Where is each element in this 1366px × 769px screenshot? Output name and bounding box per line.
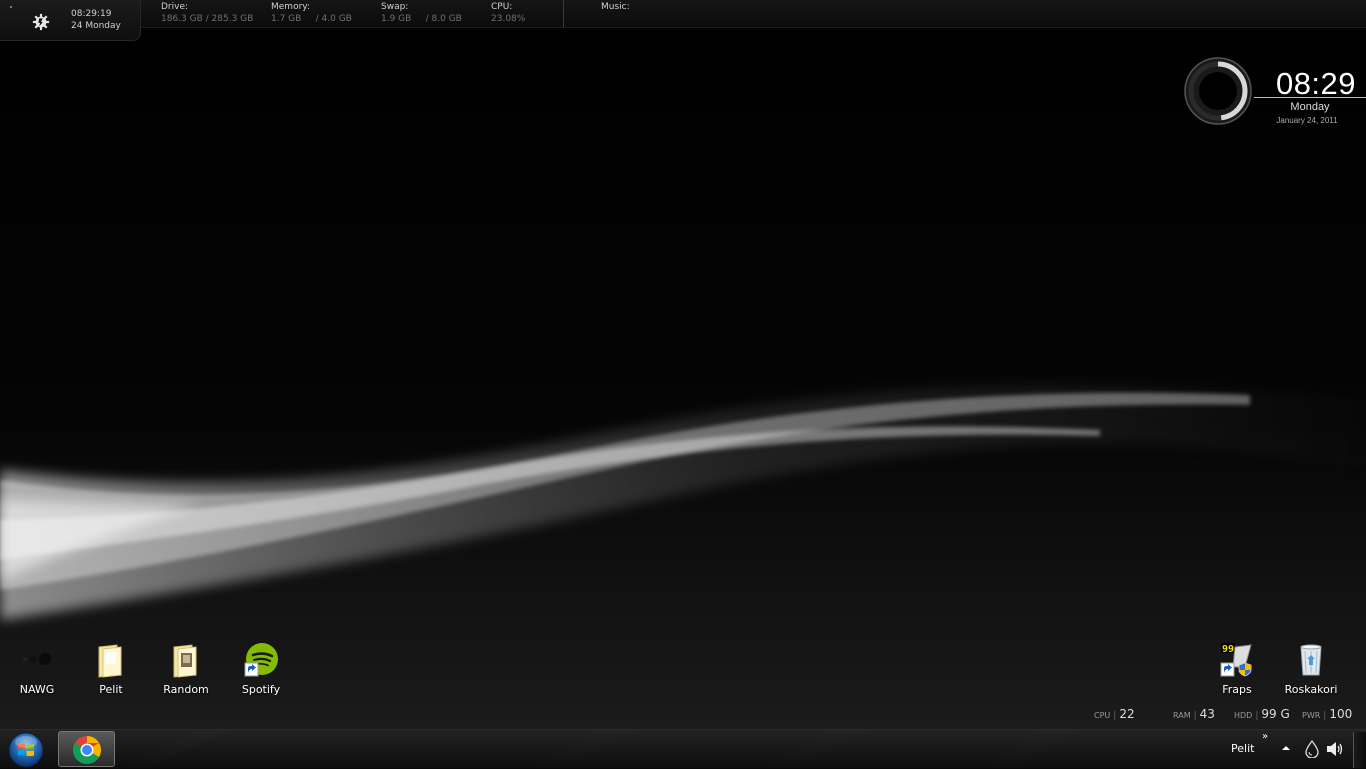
folder-icon <box>173 644 197 678</box>
drive-used: 186.3 GB <box>161 14 203 24</box>
desktop-icon-label: NAWG <box>19 683 55 696</box>
stat-key: CPU <box>1094 711 1111 720</box>
cpu-value: 23.08% <box>491 14 526 24</box>
swap-used: 1.9 GB <box>381 14 412 24</box>
clock-widget-date: January 24, 2011 <box>1276 116 1338 125</box>
stat-value: 99 G <box>1261 707 1290 721</box>
bottom-stat-cpu: CPU | 22 <box>1094 707 1135 721</box>
desktop-icon-label: Roskakori <box>1284 683 1338 696</box>
desktop-icon-label: Pelit <box>99 683 123 696</box>
stat-value: 22 <box>1119 707 1135 721</box>
memory-used: 1.7 GB <box>271 14 302 24</box>
swap-total: / 8.0 GB <box>425 14 462 24</box>
chrome-icon <box>73 736 101 764</box>
drive-stat: Drive: 186.3 GB / 285.3 GB <box>161 2 253 25</box>
taskbar-item-chrome[interactable] <box>58 731 115 767</box>
topbar-clock-panel: 08:29:19 24 Monday <box>0 0 141 41</box>
memory-label: Memory: <box>271 2 310 12</box>
desktop-icon-label: Spotify <box>241 683 281 696</box>
fraps-icon: 99 <box>1220 643 1252 677</box>
desktop-icon-fraps[interactable]: 99 Fraps <box>1202 643 1272 696</box>
stat-key: RAM <box>1173 711 1191 720</box>
network-icon[interactable] <box>1304 740 1320 758</box>
windows-orb-icon[interactable] <box>7 731 45 769</box>
memory-stat: Memory: 1.7 GB / 4.0 GB <box>271 2 352 25</box>
bottom-stat-hdd: HDD | 99 G <box>1234 707 1290 721</box>
stat-value: 100 <box>1329 707 1353 721</box>
topbar-date: 24 Monday <box>71 21 121 31</box>
stat-value: 43 <box>1199 707 1215 721</box>
top-system-bar: 08:29:19 24 Monday Drive: 186.3 GB / 285… <box>0 0 1366 41</box>
taskbar: Pelit » <box>0 729 1366 769</box>
drive-label: Drive: <box>161 2 189 12</box>
svg-text:99: 99 <box>1222 644 1234 655</box>
clock-widget-divider <box>1254 97 1366 98</box>
desktop-icon-nawg[interactable]: NAWG <box>2 643 72 696</box>
volume-icon[interactable] <box>1326 741 1344 757</box>
clock-widget-day: Monday <box>1290 101 1330 113</box>
tray-show-hidden-icon[interactable] <box>1281 743 1291 753</box>
spotify-icon <box>244 643 278 677</box>
topbar-time: 08:29:19 <box>71 9 112 19</box>
nawg-dots-icon <box>23 653 51 665</box>
desktop-icon-pelit[interactable]: Pelit <box>76 643 146 696</box>
desktop-icon-roskakori[interactable]: Roskakori <box>1276 643 1346 696</box>
desktop-icon-spotify[interactable]: Spotify <box>226 643 296 696</box>
desktop-icon-label: Random <box>163 683 209 696</box>
toolbar-pelit[interactable]: Pelit <box>1231 742 1254 755</box>
clock-ring-icon <box>1184 57 1252 125</box>
toolbar-chevron[interactable]: » <box>1262 731 1268 742</box>
music-label[interactable]: Music: <box>601 2 630 12</box>
bottom-stat-ram: RAM | 43 <box>1173 707 1215 721</box>
folder-icon <box>98 644 122 678</box>
stat-key: HDD <box>1234 711 1253 720</box>
stat-key: PWR <box>1302 711 1321 720</box>
show-desktop-button[interactable] <box>1353 732 1366 768</box>
swap-label: Swap: <box>381 2 409 12</box>
cpu-label: CPU: <box>491 2 513 12</box>
memory-total: / 4.0 GB <box>315 14 352 24</box>
swap-stat: Swap: 1.9 GB / 8.0 GB <box>381 2 462 25</box>
gear-icon[interactable] <box>32 13 50 31</box>
recycle-bin-icon <box>1300 644 1322 676</box>
desktop-icon-label: Fraps <box>1222 683 1252 696</box>
panel-dot <box>10 6 12 8</box>
topbar-divider <box>563 0 564 27</box>
bottom-stat-pwr: PWR | 100 <box>1302 707 1353 721</box>
cpu-stat: CPU: 23.08% <box>491 2 525 25</box>
drive-total: / 285.3 GB <box>205 14 254 24</box>
desktop-icon-random[interactable]: Random <box>151 643 221 696</box>
